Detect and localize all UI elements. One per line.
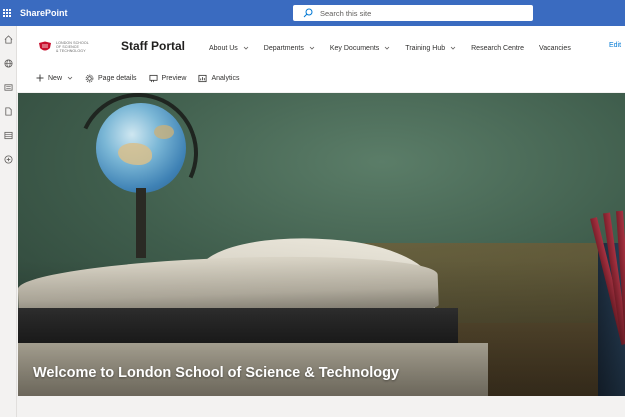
sharepoint-brand-link[interactable]: SharePoint [20,0,68,26]
list-icon[interactable] [3,130,13,140]
new-button-label: New [48,74,63,82]
page-details-button[interactable]: Page details [85,74,137,83]
globe-icon[interactable] [3,58,13,68]
nav-item-label: About Us [209,44,238,52]
preview-icon [149,74,158,83]
gear-icon [85,74,94,83]
analytics-label: Analytics [211,74,240,82]
nav-item-departments[interactable]: Departments [264,45,315,52]
command-bar: New Page details Preview Analytics [17,70,625,86]
nav-item-key-documents[interactable]: Key Documents [330,45,390,52]
nav-item-label: Research Centre [471,44,525,52]
chevron-down-icon [450,46,456,50]
site-logo[interactable]: LONDON SCHOOL OF SCIENCE & TECHNOLOGY [38,40,106,54]
analytics-icon [198,74,207,83]
new-button[interactable]: New [35,74,73,83]
news-icon[interactable] [3,82,13,92]
preview-label: Preview [161,74,187,82]
search-icon [302,7,314,19]
chevron-down-icon [243,46,249,50]
edit-nav-link[interactable]: Edit [609,42,621,49]
nav-item-about-us[interactable]: About Us [209,45,249,52]
top-navigation: About Us Departments Key Documents Train… [209,42,586,54]
suite-bar: SharePoint Search this site [0,0,625,26]
hero-banner[interactable]: Welcome to London School of Science & Te… [18,93,625,396]
analytics-button[interactable]: Analytics [198,74,239,83]
nav-item-label: Training Hub [405,44,446,52]
chevron-down-icon [309,46,315,50]
nav-item-label: Departments [263,44,304,52]
preview-button[interactable]: Preview [149,74,187,83]
site-title[interactable]: Staff Portal [121,39,185,53]
school-crest-icon [39,41,51,51]
nav-item-vacancies[interactable]: Vacancies [539,45,571,52]
page-details-label: Page details [98,74,137,82]
nav-item-research-centre[interactable]: Research Centre [471,45,524,52]
search-placeholder: Search this site [320,8,372,18]
plus-icon [35,74,44,83]
nav-item-label: Vacancies [539,44,571,52]
document-icon[interactable] [3,106,13,116]
logo-line: & TECHNOLOGY [56,49,86,53]
add-circle-icon[interactable] [3,154,13,164]
hero-title: Welcome to London School of Science & Te… [33,365,400,381]
chevron-down-icon [385,46,390,50]
search-box[interactable]: Search this site [293,5,533,21]
app-launcher-icon[interactable] [0,0,14,26]
nav-item-label: Key Documents [329,44,380,52]
left-app-bar [0,26,17,417]
chevron-down-icon [67,76,73,80]
home-icon[interactable] [3,34,13,44]
hero-overlay [18,93,625,396]
nav-item-training-hub[interactable]: Training Hub [405,45,456,52]
